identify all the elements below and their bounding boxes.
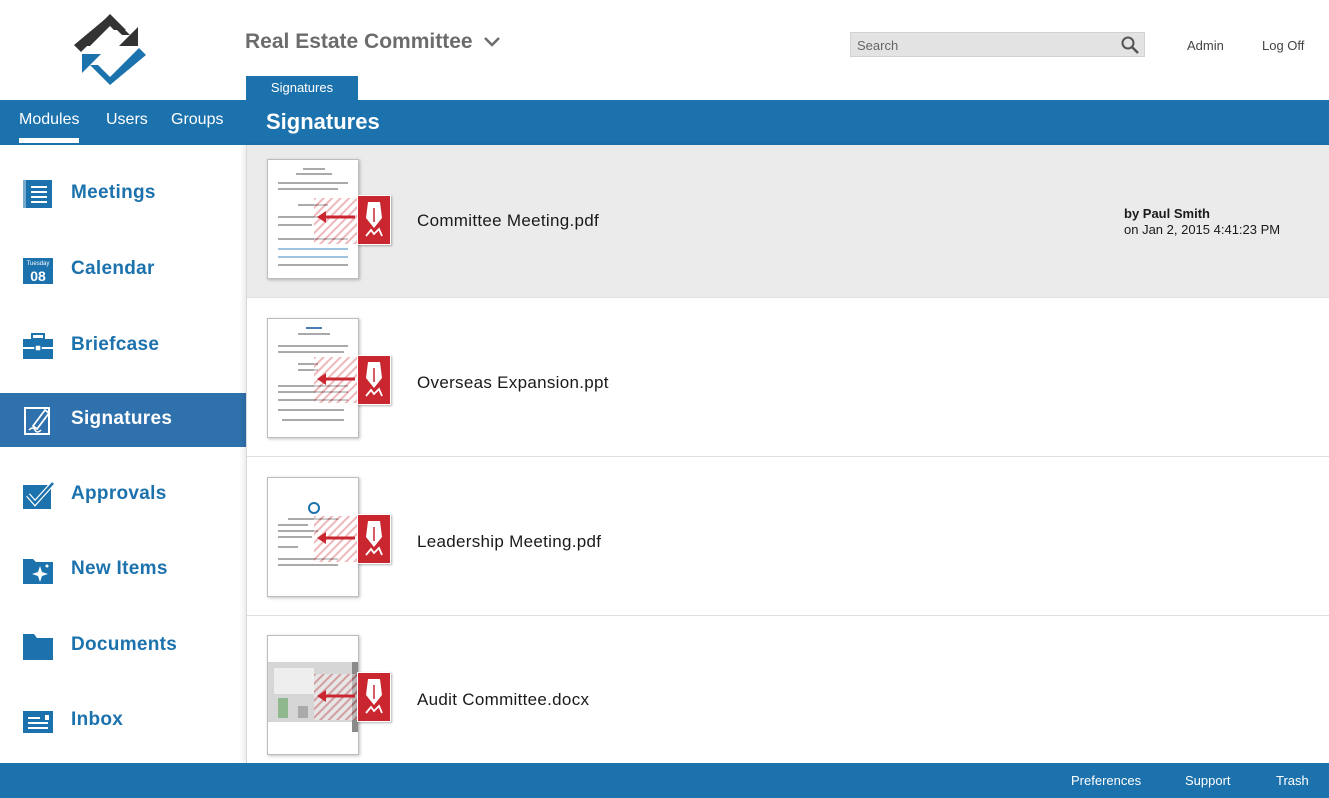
chevron-down-icon bbox=[483, 37, 500, 47]
preferences-link[interactable]: Preferences bbox=[1071, 773, 1141, 788]
document-name: Leadership Meeting.pdf bbox=[417, 532, 602, 551]
trash-link[interactable]: Trash bbox=[1276, 773, 1309, 788]
sidebar-item-briefcase[interactable]: Briefcase bbox=[0, 319, 246, 373]
sidebar-item-inbox[interactable]: Inbox bbox=[0, 694, 246, 748]
tab-groups[interactable]: Groups bbox=[171, 111, 223, 129]
signed-by: by Paul Smith bbox=[1124, 206, 1210, 221]
document-list: Committee Meeting.pdf by Paul Smith on J… bbox=[246, 145, 1329, 763]
calendar-icon: Tuesday 08 bbox=[23, 258, 53, 284]
document-row[interactable]: Overseas Expansion.ppt bbox=[247, 298, 1329, 457]
sidebar-item-label: New Items bbox=[71, 558, 168, 579]
sidebar-item-label: Approvals bbox=[71, 483, 167, 504]
document-name: Audit Committee.docx bbox=[417, 690, 590, 709]
document-row[interactable]: Leadership Meeting.pdf bbox=[247, 457, 1329, 616]
sidebar-item-meetings[interactable]: Meetings bbox=[0, 167, 246, 221]
sidebar-item-signatures[interactable]: Signatures bbox=[0, 393, 246, 447]
tab-modules[interactable]: Modules bbox=[19, 111, 80, 143]
search-icon[interactable] bbox=[1120, 35, 1140, 55]
app-logo-icon bbox=[74, 14, 146, 85]
committee-name: Real Estate Committee bbox=[245, 30, 473, 53]
sign-pen-icon bbox=[357, 195, 391, 245]
sidebar-item-label: Meetings bbox=[71, 182, 156, 203]
signed-on: on Jan 2, 2015 4:41:23 PM bbox=[1124, 222, 1281, 237]
footer-bar: Preferences Support Trash bbox=[0, 763, 1329, 798]
sidebar-item-calendar[interactable]: Tuesday 08 Calendar bbox=[0, 243, 246, 297]
search-box bbox=[850, 32, 1145, 57]
sign-pen-icon bbox=[357, 672, 391, 722]
signature-meta: by Paul Smith on Jan 2, 2015 4:41:23 PM bbox=[1124, 206, 1280, 238]
page-title-bar: Signatures bbox=[246, 100, 1329, 145]
sidebar-item-label: Documents bbox=[71, 634, 178, 655]
sidebar-item-documents[interactable]: Documents bbox=[0, 619, 246, 673]
document-name: Committee Meeting.pdf bbox=[417, 211, 600, 230]
arrow-left-icon bbox=[317, 373, 355, 385]
approvals-icon bbox=[23, 481, 55, 509]
arrow-left-icon bbox=[317, 690, 355, 702]
document-row[interactable]: Audit Committee.docx bbox=[247, 616, 1329, 763]
sidebar: Meetings Tuesday 08 Calendar Briefcase S… bbox=[0, 145, 246, 763]
sidebar-item-label: Signatures bbox=[71, 408, 173, 429]
document-row[interactable]: Committee Meeting.pdf by Paul Smith on J… bbox=[247, 145, 1329, 298]
app-header: Real Estate Committee Admin Log Off Sign… bbox=[0, 0, 1329, 100]
admin-link[interactable]: Admin bbox=[1187, 38, 1224, 53]
logoff-link[interactable]: Log Off bbox=[1262, 38, 1304, 53]
document-name: Overseas Expansion.ppt bbox=[417, 373, 609, 392]
calendar-date: 08 bbox=[30, 268, 46, 284]
support-link[interactable]: Support bbox=[1185, 773, 1231, 788]
search-input[interactable] bbox=[855, 35, 1114, 56]
committee-selector[interactable]: Real Estate Committee bbox=[245, 30, 501, 54]
arrow-left-icon bbox=[317, 211, 355, 223]
briefcase-icon bbox=[23, 333, 53, 359]
tab-users[interactable]: Users bbox=[106, 111, 148, 129]
tab-signatures[interactable]: Signatures bbox=[246, 76, 358, 100]
documents-icon bbox=[23, 634, 53, 660]
inbox-icon bbox=[23, 711, 53, 733]
sidebar-item-label: Inbox bbox=[71, 709, 124, 730]
meetings-icon bbox=[23, 180, 52, 208]
page-title: Signatures bbox=[266, 109, 380, 134]
sidebar-item-approvals[interactable]: Approvals bbox=[0, 468, 246, 522]
new-items-icon bbox=[23, 559, 53, 584]
sidebar-item-label: Calendar bbox=[71, 258, 155, 279]
nav-tabs: Modules Users Groups bbox=[0, 100, 246, 145]
arrow-left-icon bbox=[317, 532, 355, 544]
calendar-day: Tuesday bbox=[27, 261, 50, 267]
sign-pen-icon bbox=[357, 355, 391, 405]
sidebar-item-label: Briefcase bbox=[71, 334, 160, 355]
sign-pen-icon bbox=[357, 514, 391, 564]
signature-icon bbox=[24, 407, 51, 435]
sidebar-item-new-items[interactable]: New Items bbox=[0, 543, 246, 597]
